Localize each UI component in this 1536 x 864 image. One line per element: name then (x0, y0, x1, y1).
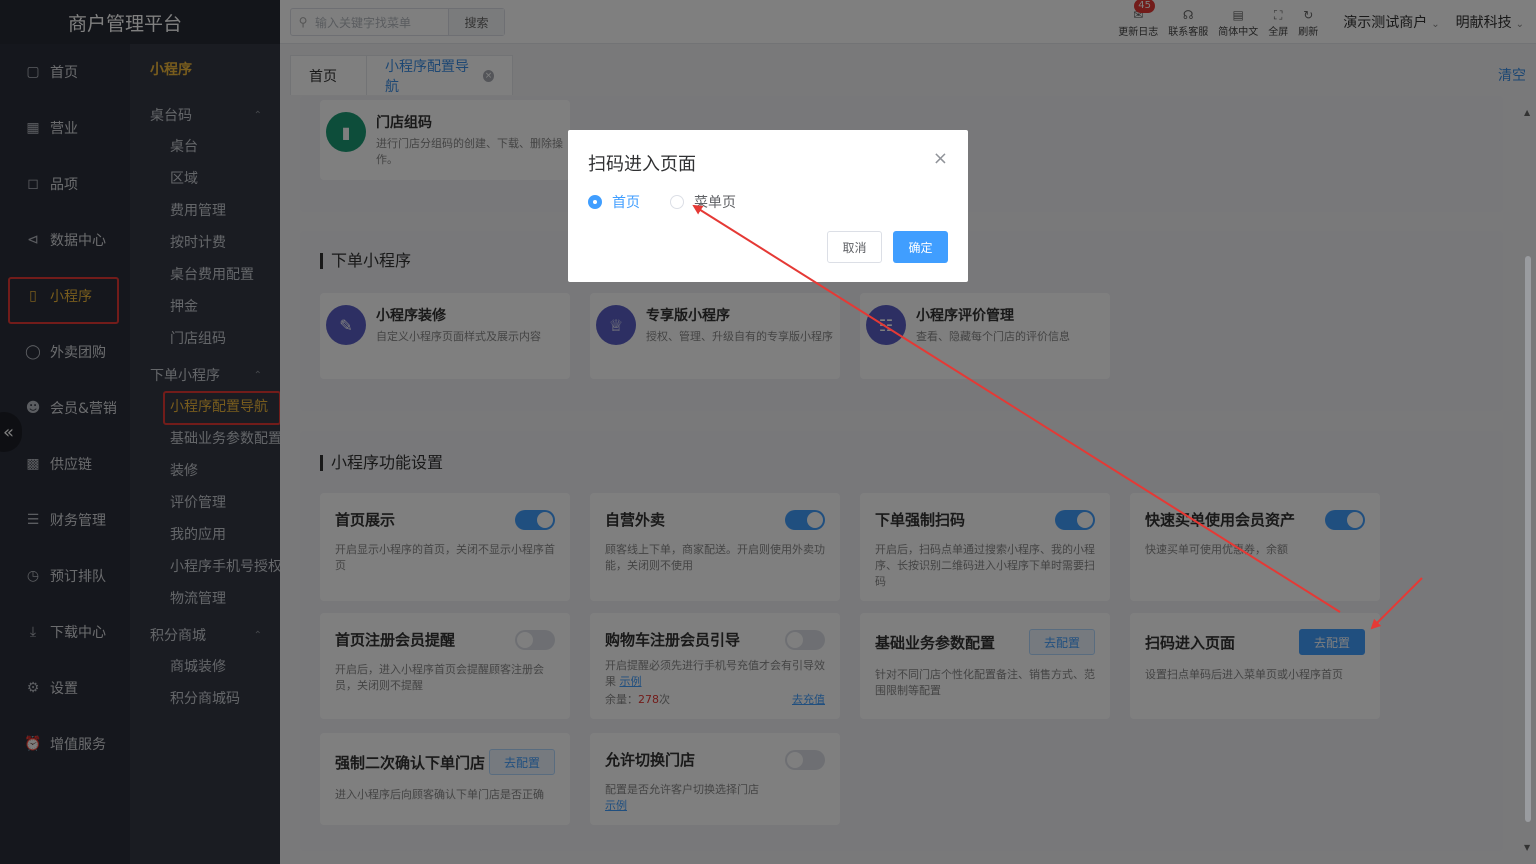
page-scrollbar[interactable]: ▲ ▼ (1524, 100, 1532, 860)
scroll-thumb[interactable] (1525, 256, 1531, 822)
cancel-button[interactable]: 取消 (827, 231, 882, 263)
scan-entry-dialog: 扫码进入页面 × 首页 菜单页 取消 确定 (568, 130, 968, 282)
scroll-up-icon: ▲ (1524, 108, 1531, 117)
radio-label: 菜单页 (694, 195, 736, 211)
scroll-down-icon: ▼ (1524, 843, 1531, 852)
confirm-button[interactable]: 确定 (893, 231, 948, 263)
radio-home[interactable]: 首页 (588, 192, 640, 212)
close-icon[interactable]: × (933, 148, 948, 169)
radio-unchecked-icon (670, 195, 684, 209)
dialog-title: 扫码进入页面 (588, 154, 696, 175)
radio-checked-icon (588, 195, 602, 209)
radio-label: 首页 (612, 195, 640, 211)
radio-menu[interactable]: 菜单页 (670, 192, 736, 212)
